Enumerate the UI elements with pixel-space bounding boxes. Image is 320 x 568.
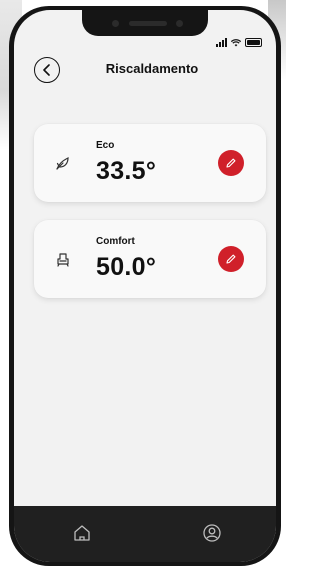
phone-frame: Riscaldamento Eco 33.5° Comfort 50.0° <box>9 6 281 566</box>
preset-card-eco[interactable]: Eco 33.5° <box>34 124 266 202</box>
bottom-nav-bar <box>14 506 276 562</box>
page-title: Riscaldamento <box>105 61 199 76</box>
edit-button[interactable] <box>218 246 244 272</box>
edit-button[interactable] <box>218 150 244 176</box>
speaker-grille <box>129 21 167 26</box>
pencil-icon <box>226 158 236 168</box>
preset-card-comfort[interactable]: Comfort 50.0° <box>34 220 266 298</box>
sensor-icon <box>176 20 183 27</box>
camera-icon <box>112 20 119 27</box>
app-screen: Riscaldamento Eco 33.5° Comfort 50.0° <box>14 10 276 562</box>
notch <box>82 10 208 36</box>
armchair-icon <box>57 253 69 267</box>
leaf-icon <box>56 157 69 170</box>
profile-icon[interactable] <box>202 523 222 543</box>
preset-label: Eco <box>96 140 115 151</box>
home-icon[interactable] <box>72 523 92 543</box>
status-bar <box>216 38 262 47</box>
preset-temperature: 50.0° <box>96 253 157 281</box>
battery-icon <box>245 38 262 47</box>
wifi-icon <box>231 39 241 47</box>
signal-icon <box>216 38 227 47</box>
preset-label: Comfort <box>96 236 135 247</box>
pencil-icon <box>226 254 236 264</box>
preset-temperature: 33.5° <box>96 157 157 185</box>
